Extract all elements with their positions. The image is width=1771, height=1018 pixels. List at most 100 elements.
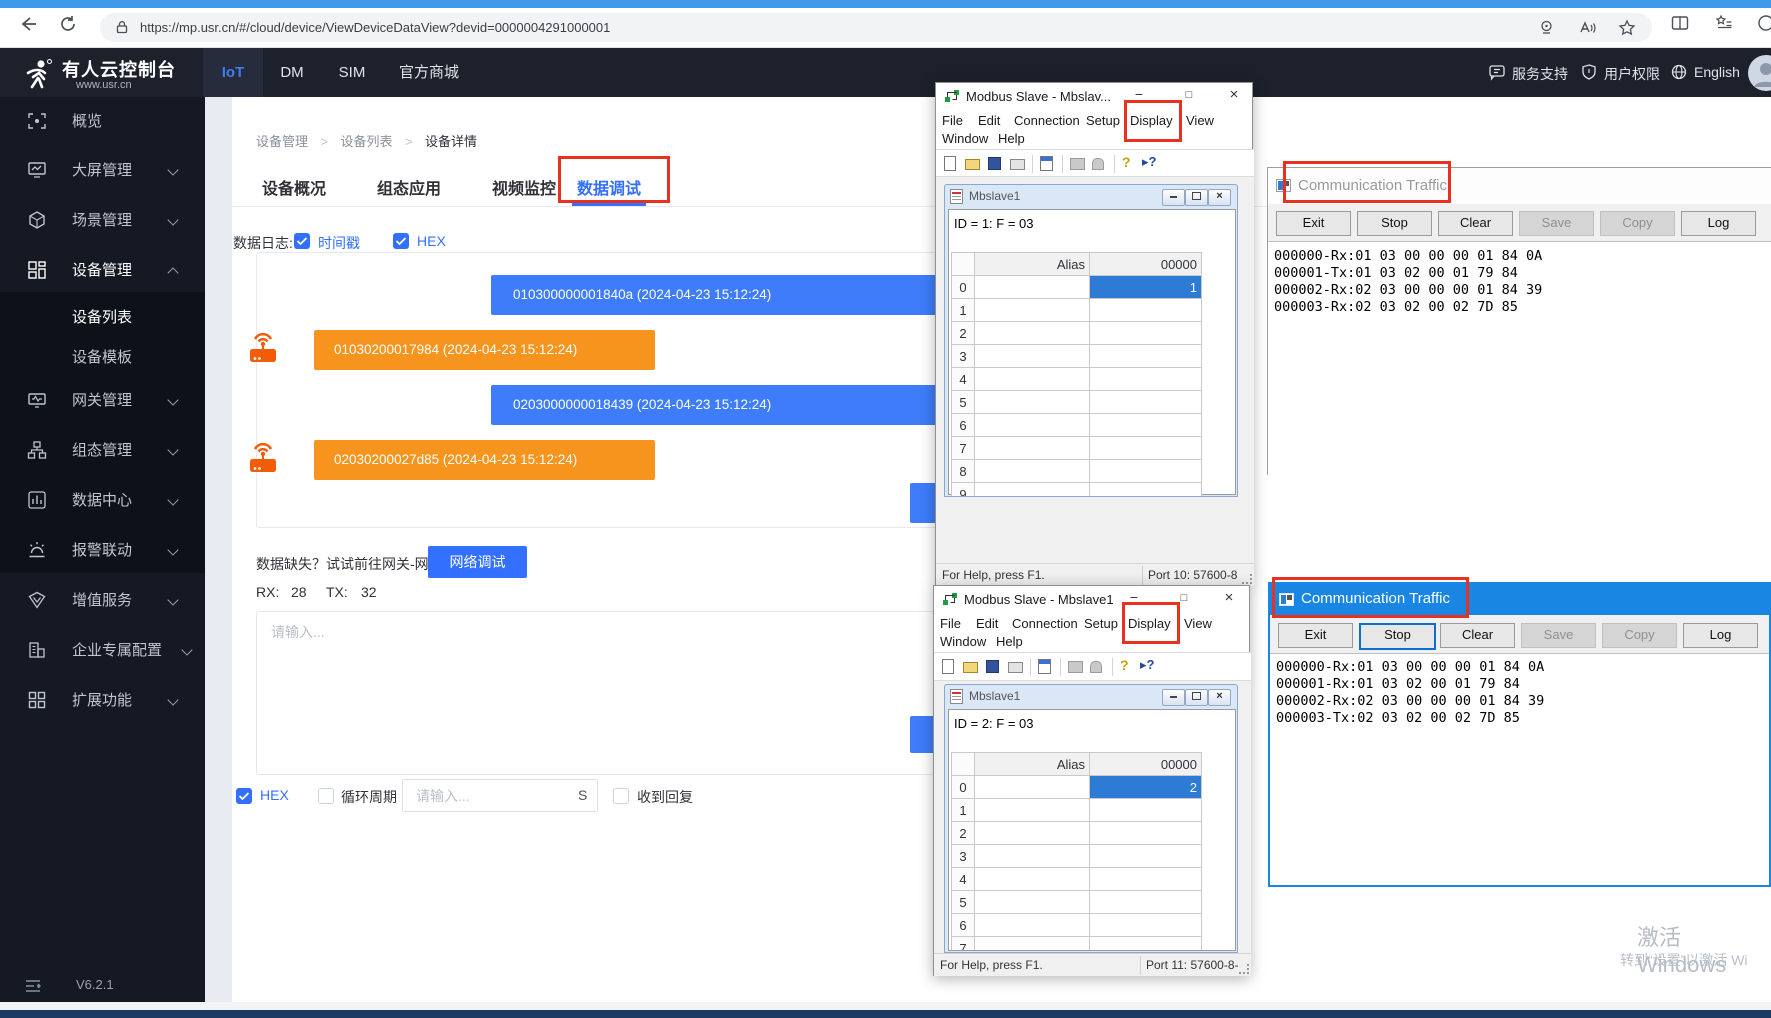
minimize-icon[interactable]: −: [1114, 586, 1154, 611]
tab-video-monitor[interactable]: 视频监控: [492, 175, 556, 199]
sidebar-item-device-list[interactable]: 设备列表: [0, 295, 205, 339]
reply-checkbox[interactable]: [613, 788, 629, 804]
send-to-device-icon[interactable]: [1538, 19, 1555, 36]
register-table[interactable]: Alias 00000 01 1 2 3 4 5 6 7 8 9: [951, 252, 1202, 496]
split-screen-icon[interactable]: [1670, 13, 1690, 33]
sidebar-item-scene[interactable]: 场景管理: [0, 198, 205, 242]
disconnect-icon[interactable]: [1092, 158, 1104, 170]
breadcrumb-device-mgmt[interactable]: 设备管理: [256, 134, 308, 149]
doc-minimize-icon[interactable]: [1162, 189, 1185, 206]
doc-close-icon[interactable]: ×: [1208, 189, 1231, 206]
breadcrumb[interactable]: 设备管理 > 设备列表 > 设备详情: [256, 131, 477, 151]
disconnect-icon[interactable]: [1090, 661, 1102, 673]
save-button[interactable]: Save: [1519, 211, 1594, 236]
connect-icon[interactable]: [1068, 661, 1083, 673]
exit-button[interactable]: Exit: [1278, 623, 1353, 648]
table-row[interactable]: 3: [951, 344, 1202, 368]
address-bar[interactable]: https://mp.usr.cn/#/cloud/device/ViewDev…: [100, 13, 1652, 42]
menu-help[interactable]: Help: [998, 131, 1025, 146]
sidebar-item-gateway[interactable]: 网关管理: [0, 378, 205, 422]
nav-tab-sim[interactable]: SIM: [321, 48, 383, 97]
table-row[interactable]: 1: [951, 298, 1202, 322]
maximize-icon[interactable]: □: [1164, 586, 1204, 611]
sidebar-collapse-icon[interactable]: [24, 977, 42, 995]
save-file-icon[interactable]: [986, 660, 999, 673]
support-chat-icon[interactable]: [1488, 63, 1506, 81]
table-row[interactable]: 2: [951, 821, 1202, 845]
cycle-period-input[interactable]: [402, 779, 598, 812]
doc-restore-icon[interactable]: [1185, 689, 1208, 706]
tab-configuration-app[interactable]: 组态应用: [377, 175, 441, 199]
sidebar-item-device-template[interactable]: 设备模板: [0, 335, 205, 379]
resize-grip[interactable]: [1239, 964, 1249, 974]
sidebar-item-configuration[interactable]: 组态管理: [0, 428, 205, 472]
help-icon[interactable]: ?: [1122, 154, 1131, 170]
table-row[interactable]: 3: [951, 844, 1202, 868]
sidebar-item-extensions[interactable]: 扩展功能: [0, 678, 205, 722]
menu-file[interactable]: File: [942, 113, 963, 128]
resize-grip[interactable]: [1242, 574, 1252, 584]
connect-icon[interactable]: [1070, 158, 1085, 170]
context-help-icon[interactable]: ▸?: [1140, 657, 1154, 673]
menu-connection[interactable]: Connection: [1014, 113, 1080, 128]
menu-view[interactable]: View: [1184, 616, 1212, 631]
globe-icon[interactable]: [1670, 63, 1688, 81]
table-row[interactable]: 7: [951, 936, 1202, 950]
doc-close-icon[interactable]: ×: [1208, 689, 1231, 706]
table-row[interactable]: 4: [951, 867, 1202, 891]
new-file-icon[interactable]: [942, 659, 954, 674]
hex-display-checkbox[interactable]: [393, 233, 409, 249]
tab-device-overview[interactable]: 设备概况: [262, 175, 326, 199]
reply-checkbox-label[interactable]: 收到回复: [637, 787, 693, 807]
selected-cell[interactable]: 1: [1089, 275, 1202, 299]
display-setup-icon[interactable]: [1040, 156, 1053, 171]
menu-help[interactable]: Help: [996, 634, 1023, 649]
nav-tab-dm[interactable]: DM: [263, 48, 321, 97]
sidebar-item-vas[interactable]: 增值服务: [0, 578, 205, 622]
read-aloud-icon[interactable]: [1578, 19, 1596, 37]
table-row[interactable]: 01: [951, 275, 1202, 299]
traffic-titlebar[interactable]: Communication Traffic: [1270, 584, 1769, 615]
send-hex-checkbox[interactable]: [236, 788, 252, 804]
nav-permission[interactable]: 用户权限: [1604, 64, 1660, 84]
menu-edit[interactable]: Edit: [976, 616, 998, 631]
sidebar-item-alarm[interactable]: 报警联动: [0, 528, 205, 572]
favorite-star-icon[interactable]: [1618, 19, 1636, 37]
modbus-slave-window-1[interactable]: Modbus Slave - Mbslav... − □ × File Edit…: [935, 82, 1254, 586]
nav-language[interactable]: English: [1694, 64, 1740, 80]
menu-window[interactable]: Window: [940, 634, 986, 649]
copy-button[interactable]: Copy: [1602, 623, 1677, 648]
send-hex-checkbox-label[interactable]: HEX: [260, 787, 289, 803]
menu-display[interactable]: Display: [1128, 616, 1171, 631]
stop-button[interactable]: Stop: [1359, 623, 1436, 650]
exit-button[interactable]: Exit: [1276, 211, 1351, 236]
new-file-icon[interactable]: [944, 156, 956, 171]
maximize-icon[interactable]: □: [1169, 83, 1209, 108]
menu-display[interactable]: Display: [1130, 113, 1173, 128]
doc-minimize-icon[interactable]: [1162, 689, 1185, 706]
cycle-checkbox-label[interactable]: 循环周期: [341, 787, 397, 807]
sidebar-item-overview[interactable]: 概览: [0, 99, 205, 143]
browser-extra-icon[interactable]: [1756, 13, 1771, 33]
cycle-checkbox[interactable]: [318, 788, 334, 804]
table-row[interactable]: 4: [951, 367, 1202, 391]
table-row[interactable]: 02: [951, 775, 1202, 799]
open-file-icon[interactable]: [963, 662, 978, 673]
save-button[interactable]: Save: [1521, 623, 1596, 648]
menu-setup[interactable]: Setup: [1086, 113, 1120, 128]
nav-support[interactable]: 服务支持: [1512, 64, 1568, 84]
close-icon[interactable]: ×: [1214, 83, 1254, 108]
clear-button[interactable]: Clear: [1438, 211, 1513, 236]
table-row[interactable]: 6: [951, 413, 1202, 437]
table-row[interactable]: 6: [951, 913, 1202, 937]
collections-icon[interactable]: [1714, 13, 1734, 33]
table-row[interactable]: 5: [951, 890, 1202, 914]
sidebar-item-bigscreen[interactable]: 大屏管理: [0, 148, 205, 192]
table-row[interactable]: 8: [951, 459, 1202, 483]
sidebar-item-device[interactable]: 设备管理: [0, 248, 205, 292]
url-text[interactable]: https://mp.usr.cn/#/cloud/device/ViewDev…: [140, 13, 1520, 42]
menu-view[interactable]: View: [1186, 113, 1214, 128]
traffic-log-area[interactable]: 000000-Rx:01 03 00 00 00 01 84 0A 000001…: [1270, 653, 1769, 885]
open-file-icon[interactable]: [965, 159, 980, 170]
register-table[interactable]: Alias 00000 02 1 2 3 4 5 6 7: [951, 752, 1202, 950]
